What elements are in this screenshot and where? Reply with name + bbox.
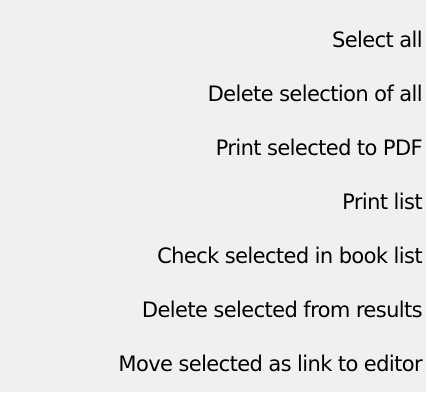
menu-edge: [426, 0, 435, 392]
menu-item-move-selected-as-link-to-editor[interactable]: Move selected as link to editor: [0, 343, 426, 397]
context-menu: Select all Delete selection of all Print…: [0, 0, 426, 392]
menu-item-delete-selected-from-results[interactable]: Delete selected from results: [0, 289, 426, 343]
menu-item-print-selected-to-pdf[interactable]: Print selected to PDF: [0, 127, 426, 181]
menu-item-delete-selection-of-all[interactable]: Delete selection of all: [0, 73, 426, 127]
menu-item-check-selected-in-book-list[interactable]: Check selected in book list: [0, 235, 426, 289]
menu-item-select-all[interactable]: Select all: [0, 19, 426, 73]
menu-item-print-list[interactable]: Print list: [0, 181, 426, 235]
